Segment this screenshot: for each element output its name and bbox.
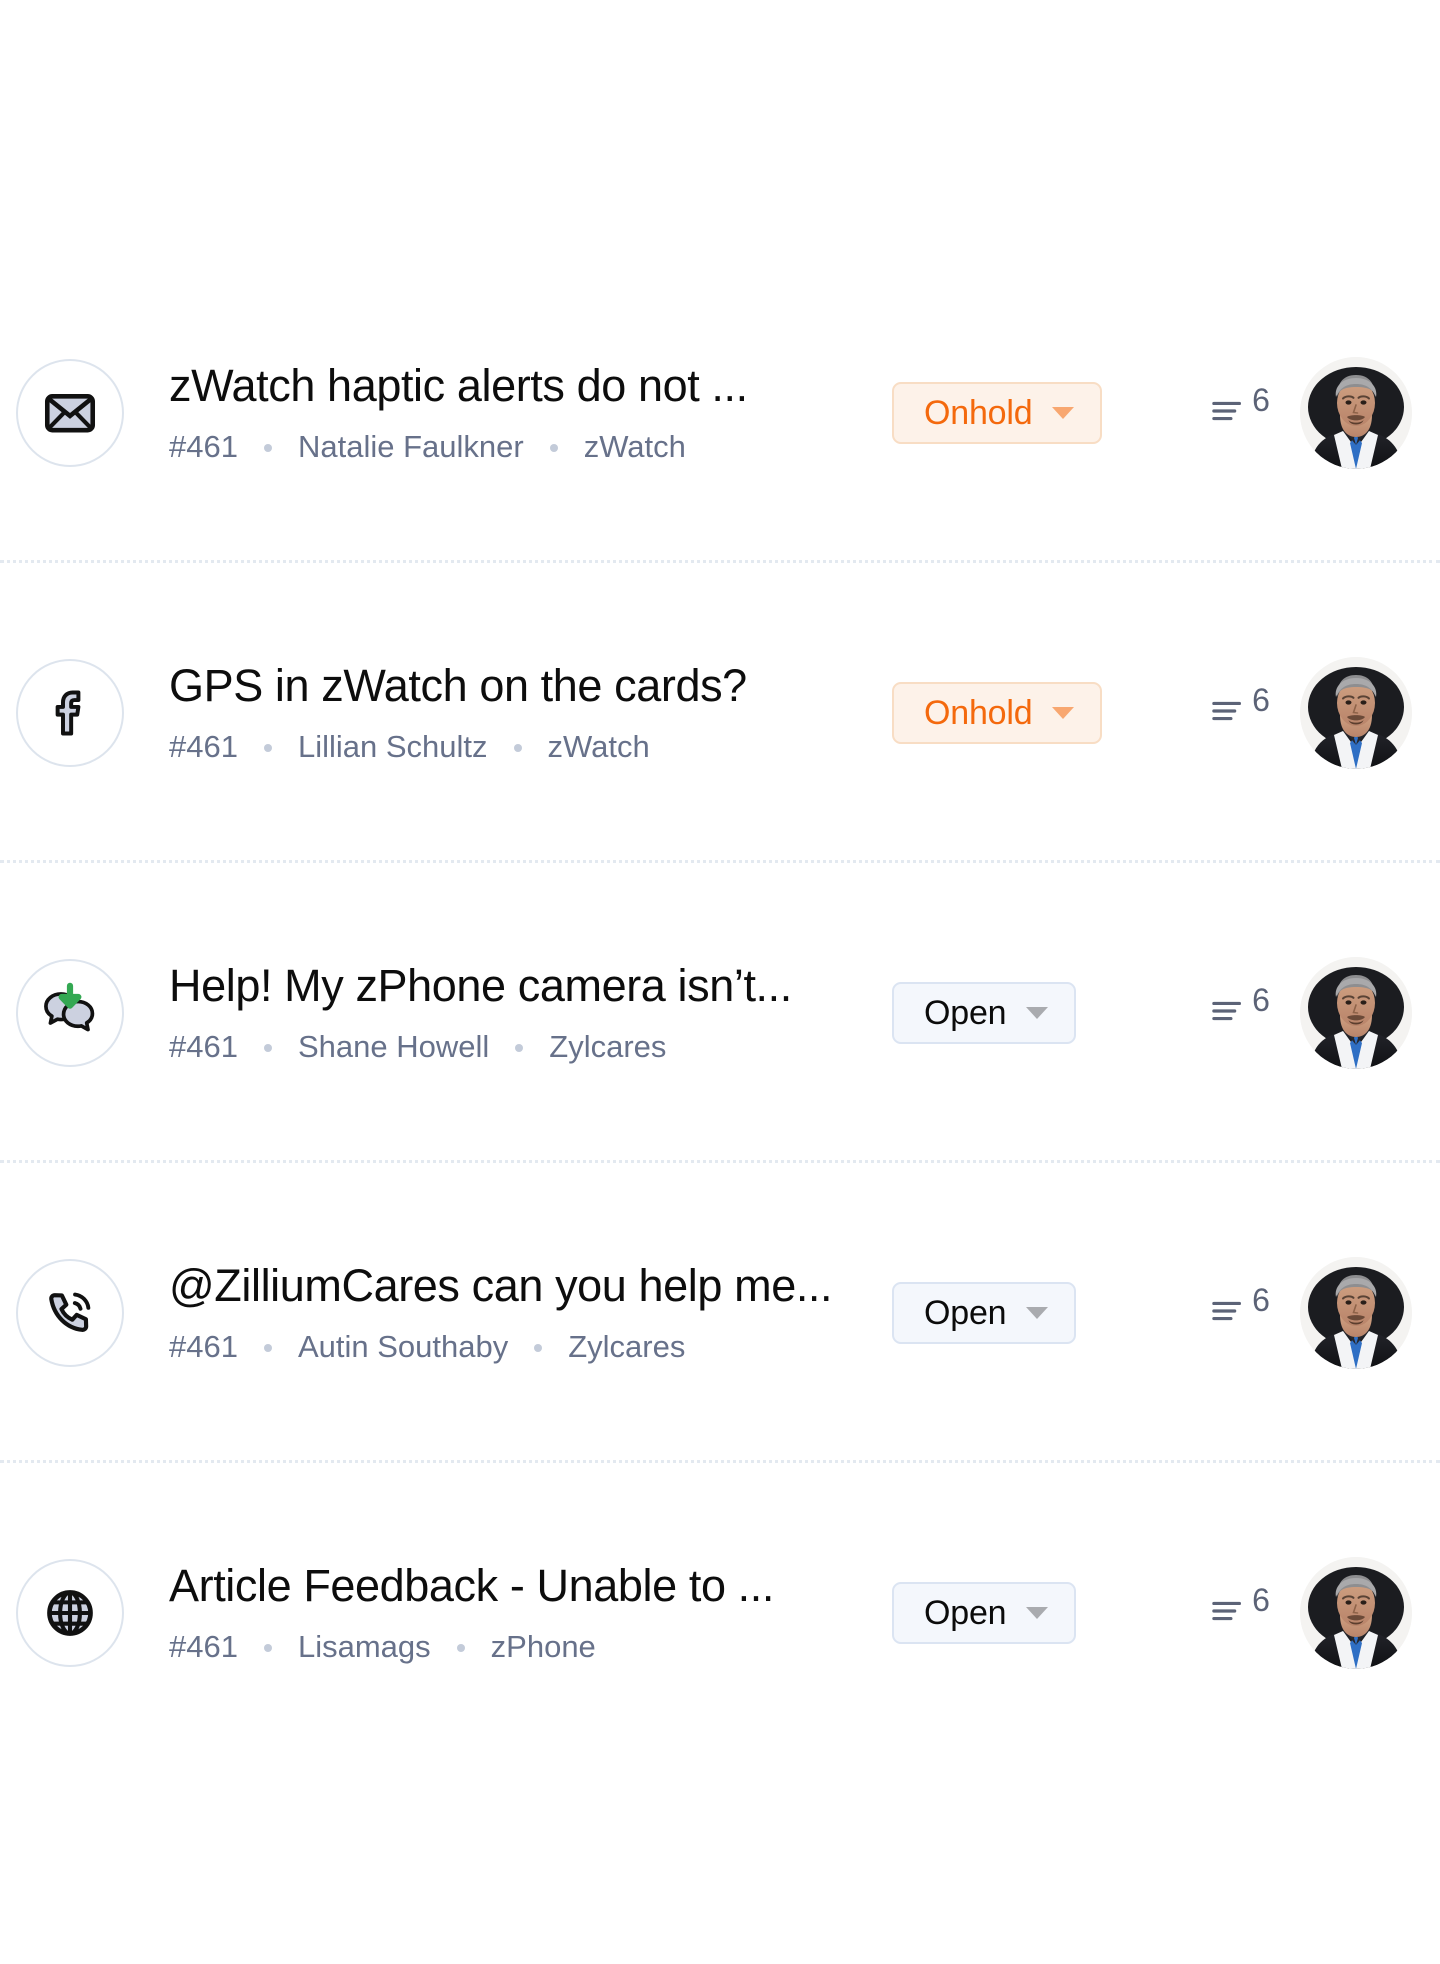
ticket-meta: #461 Lisamags zPhone <box>169 1628 880 1665</box>
ticket-id: #461 <box>169 1028 238 1064</box>
avatar[interactable] <box>1300 657 1412 769</box>
threads-icon <box>1210 694 1248 733</box>
threads-icon <box>1210 1594 1248 1633</box>
status-label: Open <box>924 993 1007 1032</box>
chevron-down-icon[interactable] <box>1052 407 1075 419</box>
ticket-requester: Natalie Faulkner <box>297 428 524 464</box>
ticket-product: Zylcares <box>568 1328 686 1364</box>
email-icon <box>16 359 124 467</box>
avatar[interactable] <box>1300 1557 1412 1669</box>
chevron-down-icon[interactable] <box>1052 707 1075 719</box>
ticket-product: Zylcares <box>549 1028 667 1064</box>
ticket-product: zPhone <box>490 1628 596 1664</box>
ticket-id: #461 <box>169 1628 238 1664</box>
ticket-requester: Lillian Schultz <box>297 728 488 764</box>
chevron-down-icon[interactable] <box>1026 1007 1049 1019</box>
ticket-title[interactable]: Help! My zPhone camera isn’t... <box>169 961 880 1011</box>
thread-count-control[interactable]: 6 <box>1180 1584 1300 1633</box>
ticket-requester: Autin Southaby <box>297 1328 509 1364</box>
thread-count-control[interactable]: 6 <box>1180 1284 1300 1333</box>
meta-separator-dot <box>263 744 272 753</box>
ticket-row[interactable]: Article Feedback - Unable to ... #461 Lisa… <box>0 1463 1440 1763</box>
threads-icon <box>1210 1294 1248 1333</box>
chevron-down-icon[interactable] <box>1026 1307 1049 1319</box>
ticket-status-cell: Open <box>880 1282 1180 1344</box>
ticket-meta: #461 Natalie Faulkner zWatch <box>169 428 880 465</box>
ticket-status-cell: Open <box>880 982 1180 1044</box>
ticket-status-cell: Onhold <box>880 682 1180 744</box>
thread-count-control[interactable]: 6 <box>1180 984 1300 1033</box>
avatar[interactable] <box>1300 1257 1412 1369</box>
status-badge[interactable]: Open <box>892 982 1077 1044</box>
thread-count: 6 <box>1252 1581 1270 1618</box>
thread-count: 6 <box>1252 981 1270 1018</box>
phone-icon <box>16 1259 124 1367</box>
meta-separator-dot <box>513 744 522 753</box>
ticket-product: zWatch <box>547 728 650 764</box>
status-badge[interactable]: Onhold <box>892 382 1103 444</box>
meta-separator-dot <box>456 1644 465 1653</box>
threads-icon <box>1210 394 1248 433</box>
ticket-id: #461 <box>169 728 238 764</box>
globe-icon <box>16 1559 124 1667</box>
status-label: Open <box>924 1293 1007 1332</box>
status-label: Open <box>924 1593 1007 1632</box>
meta-separator-dot <box>534 1344 543 1353</box>
meta-separator-dot <box>515 1044 524 1053</box>
ticket-title[interactable]: zWatch haptic alerts do not ... <box>169 361 880 411</box>
ticket-title[interactable]: Article Feedback - Unable to ... <box>169 1561 880 1611</box>
facebook-icon <box>16 659 124 767</box>
chat-icon <box>16 959 124 1067</box>
ticket-title[interactable]: GPS in zWatch on the cards? <box>169 661 880 711</box>
ticket-row[interactable]: @ZilliumCares can you help me... #461 Auti… <box>0 1163 1440 1463</box>
ticket-list: zWatch haptic alerts do not ... #461 Natal… <box>0 0 1440 1763</box>
status-label: Onhold <box>924 693 1033 732</box>
thread-count-control[interactable]: 6 <box>1180 684 1300 733</box>
ticket-main: @ZilliumCares can you help me... #461 Auti… <box>169 1261 880 1365</box>
meta-separator-dot <box>263 1644 272 1653</box>
thread-count: 6 <box>1252 381 1270 418</box>
ticket-id: #461 <box>169 1328 238 1364</box>
status-badge[interactable]: Open <box>892 1582 1077 1644</box>
status-badge[interactable]: Open <box>892 1282 1077 1344</box>
status-badge[interactable]: Onhold <box>892 682 1103 744</box>
ticket-status-cell: Open <box>880 1582 1180 1644</box>
ticket-main: Article Feedback - Unable to ... #461 Lisa… <box>169 1561 880 1665</box>
ticket-meta: #461 Shane Howell Zylcares <box>169 1028 880 1065</box>
avatar[interactable] <box>1300 957 1412 1069</box>
ticket-title[interactable]: @ZilliumCares can you help me... <box>169 1261 880 1311</box>
ticket-row[interactable]: Help! My zPhone camera isn’t... #461 Shane… <box>0 863 1440 1163</box>
meta-separator-dot <box>549 444 558 453</box>
ticket-requester: Lisamags <box>297 1628 431 1664</box>
ticket-status-cell: Onhold <box>880 382 1180 444</box>
threads-icon <box>1210 994 1248 1033</box>
status-label: Onhold <box>924 393 1033 432</box>
thread-count: 6 <box>1252 681 1270 718</box>
meta-separator-dot <box>263 444 272 453</box>
ticket-id: #461 <box>169 428 238 464</box>
ticket-meta: #461 Autin Southaby Zylcares <box>169 1328 880 1365</box>
ticket-requester: Shane Howell <box>297 1028 490 1064</box>
avatar[interactable] <box>1300 357 1412 469</box>
ticket-row[interactable]: zWatch haptic alerts do not ... #461 Natal… <box>0 263 1440 563</box>
ticket-product: zWatch <box>583 428 686 464</box>
ticket-main: Help! My zPhone camera isn’t... #461 Shane… <box>169 961 880 1065</box>
meta-separator-dot <box>263 1344 272 1353</box>
ticket-row[interactable]: GPS in zWatch on the cards? #461 Lillian S… <box>0 563 1440 863</box>
ticket-main: GPS in zWatch on the cards? #461 Lillian S… <box>169 661 880 765</box>
meta-separator-dot <box>263 1044 272 1053</box>
thread-count: 6 <box>1252 1281 1270 1318</box>
thread-count-control[interactable]: 6 <box>1180 384 1300 433</box>
ticket-meta: #461 Lillian Schultz zWatch <box>169 728 880 765</box>
chevron-down-icon[interactable] <box>1026 1607 1049 1619</box>
ticket-main: zWatch haptic alerts do not ... #461 Natal… <box>169 361 880 465</box>
